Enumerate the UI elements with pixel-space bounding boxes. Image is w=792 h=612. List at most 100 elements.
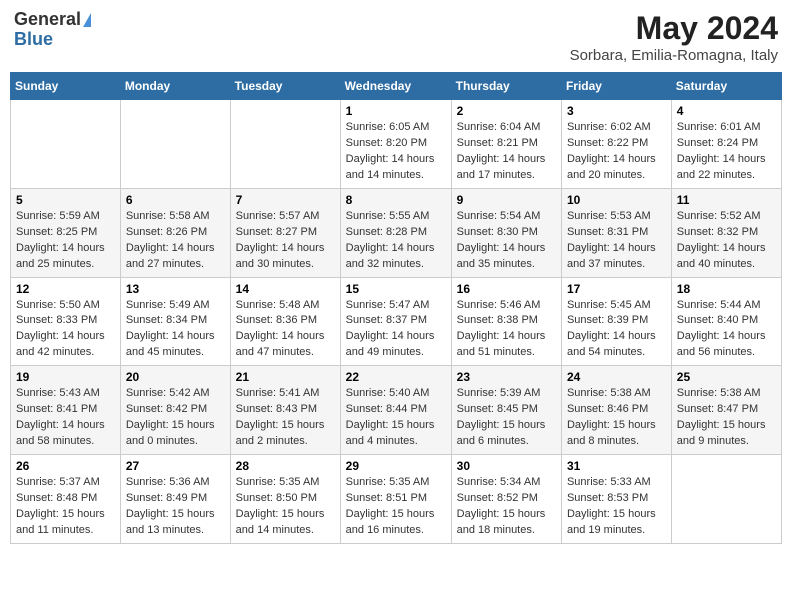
day-number: 28 xyxy=(236,459,335,473)
day-info: Sunrise: 5:35 AMSunset: 8:51 PMDaylight:… xyxy=(346,475,446,539)
day-number: 21 xyxy=(236,370,335,384)
day-number: 3 xyxy=(567,104,666,118)
day-number: 10 xyxy=(567,193,666,207)
calendar-cell: 29 Sunrise: 5:35 AMSunset: 8:51 PMDayligh… xyxy=(340,455,451,544)
weekday-header-friday: Friday xyxy=(561,73,671,100)
day-info: Sunrise: 5:35 AMSunset: 8:50 PMDaylight:… xyxy=(236,475,335,539)
day-info: Sunrise: 5:44 AMSunset: 8:40 PMDaylight:… xyxy=(677,298,776,362)
calendar-table: SundayMondayTuesdayWednesdayThursdayFrid… xyxy=(10,72,782,544)
day-info: Sunrise: 5:38 AMSunset: 8:47 PMDaylight:… xyxy=(677,386,776,450)
weekday-header-wednesday: Wednesday xyxy=(340,73,451,100)
day-number: 5 xyxy=(16,193,115,207)
calendar-cell: 19 Sunrise: 5:43 AMSunset: 8:41 PMDayligh… xyxy=(11,366,121,455)
day-number: 19 xyxy=(16,370,115,384)
calendar-cell: 31Sunrise: 5:33 AMSunset: 8:53 PMDayligh… xyxy=(561,455,671,544)
calendar-cell: 27 Sunrise: 5:36 AMSunset: 8:49 PMDayligh… xyxy=(120,455,230,544)
calendar-cell: 18 Sunrise: 5:44 AMSunset: 8:40 PMDayligh… xyxy=(671,277,781,366)
calendar-cell: 2 Sunrise: 6:04 AMSunset: 8:21 PMDaylight… xyxy=(451,100,561,189)
day-number: 1 xyxy=(346,104,446,118)
day-number: 6 xyxy=(126,193,225,207)
day-number: 27 xyxy=(126,459,225,473)
calendar-cell xyxy=(120,100,230,189)
day-number: 20 xyxy=(126,370,225,384)
calendar-cell: 23Sunrise: 5:39 AMSunset: 8:45 PMDayligh… xyxy=(451,366,561,455)
logo-blue-text: Blue xyxy=(14,30,91,50)
weekday-header-saturday: Saturday xyxy=(671,73,781,100)
day-number: 22 xyxy=(346,370,446,384)
calendar-cell: 1Sunrise: 6:05 AMSunset: 8:20 PMDaylight… xyxy=(340,100,451,189)
day-info: Sunrise: 5:59 AMSunset: 8:25 PMDaylight:… xyxy=(16,209,115,273)
calendar-cell: 7Sunrise: 5:57 AMSunset: 8:27 PMDaylight… xyxy=(230,188,340,277)
day-number: 18 xyxy=(677,282,776,296)
calendar-cell: 11 Sunrise: 5:52 AMSunset: 8:32 PMDayligh… xyxy=(671,188,781,277)
calendar-cell: 14 Sunrise: 5:48 AMSunset: 8:36 PMDayligh… xyxy=(230,277,340,366)
calendar-cell: 22 Sunrise: 5:40 AMSunset: 8:44 PMDayligh… xyxy=(340,366,451,455)
day-info: Sunrise: 5:58 AMSunset: 8:26 PMDaylight:… xyxy=(126,209,225,273)
day-info: Sunrise: 5:45 AMSunset: 8:39 PMDaylight:… xyxy=(567,298,666,362)
calendar-cell xyxy=(11,100,121,189)
calendar-cell xyxy=(230,100,340,189)
calendar-cell: 16 Sunrise: 5:46 AMSunset: 8:38 PMDayligh… xyxy=(451,277,561,366)
calendar-cell: 6 Sunrise: 5:58 AMSunset: 8:26 PMDaylight… xyxy=(120,188,230,277)
day-info: Sunrise: 5:34 AMSunset: 8:52 PMDaylight:… xyxy=(457,475,556,539)
weekday-header-sunday: Sunday xyxy=(11,73,121,100)
day-number: 11 xyxy=(677,193,776,207)
day-number: 12 xyxy=(16,282,115,296)
calendar-cell: 25Sunrise: 5:38 AMSunset: 8:47 PMDayligh… xyxy=(671,366,781,455)
day-info: Sunrise: 5:48 AMSunset: 8:36 PMDaylight:… xyxy=(236,298,335,362)
main-title: May 2024 xyxy=(570,10,778,47)
day-info: Sunrise: 5:54 AMSunset: 8:30 PMDaylight:… xyxy=(457,209,556,273)
day-info: Sunrise: 6:04 AMSunset: 8:21 PMDaylight:… xyxy=(457,120,556,184)
weekday-header-monday: Monday xyxy=(120,73,230,100)
logo-general-text: General xyxy=(14,9,81,29)
day-info: Sunrise: 5:47 AMSunset: 8:37 PMDaylight:… xyxy=(346,298,446,362)
day-number: 29 xyxy=(346,459,446,473)
day-number: 13 xyxy=(126,282,225,296)
day-info: Sunrise: 5:41 AMSunset: 8:43 PMDaylight:… xyxy=(236,386,335,450)
day-info: Sunrise: 5:57 AMSunset: 8:27 PMDaylight:… xyxy=(236,209,335,273)
calendar-cell: 20 Sunrise: 5:42 AMSunset: 8:42 PMDayligh… xyxy=(120,366,230,455)
day-info: Sunrise: 5:36 AMSunset: 8:49 PMDaylight:… xyxy=(126,475,225,539)
day-number: 2 xyxy=(457,104,556,118)
day-number: 16 xyxy=(457,282,556,296)
day-info: Sunrise: 5:40 AMSunset: 8:44 PMDaylight:… xyxy=(346,386,446,450)
calendar-cell: 24Sunrise: 5:38 AMSunset: 8:46 PMDayligh… xyxy=(561,366,671,455)
weekday-header-tuesday: Tuesday xyxy=(230,73,340,100)
day-number: 4 xyxy=(677,104,776,118)
day-number: 30 xyxy=(457,459,556,473)
day-number: 26 xyxy=(16,459,115,473)
calendar-cell: 9 Sunrise: 5:54 AMSunset: 8:30 PMDaylight… xyxy=(451,188,561,277)
calendar-cell: 13 Sunrise: 5:49 AMSunset: 8:34 PMDayligh… xyxy=(120,277,230,366)
calendar-cell: 15Sunrise: 5:47 AMSunset: 8:37 PMDayligh… xyxy=(340,277,451,366)
day-info: Sunrise: 5:46 AMSunset: 8:38 PMDaylight:… xyxy=(457,298,556,362)
title-block: May 2024 Sorbara, Emilia-Romagna, Italy xyxy=(570,10,778,64)
subtitle: Sorbara, Emilia-Romagna, Italy xyxy=(570,47,778,64)
day-info: Sunrise: 5:39 AMSunset: 8:45 PMDaylight:… xyxy=(457,386,556,450)
day-info: Sunrise: 5:55 AMSunset: 8:28 PMDaylight:… xyxy=(346,209,446,273)
day-number: 17 xyxy=(567,282,666,296)
day-info: Sunrise: 5:42 AMSunset: 8:42 PMDaylight:… xyxy=(126,386,225,450)
day-info: Sunrise: 5:52 AMSunset: 8:32 PMDaylight:… xyxy=(677,209,776,273)
day-info: Sunrise: 5:37 AMSunset: 8:48 PMDaylight:… xyxy=(16,475,115,539)
day-info: Sunrise: 5:53 AMSunset: 8:31 PMDaylight:… xyxy=(567,209,666,273)
day-info: Sunrise: 5:43 AMSunset: 8:41 PMDaylight:… xyxy=(16,386,115,450)
calendar-cell: 21 Sunrise: 5:41 AMSunset: 8:43 PMDayligh… xyxy=(230,366,340,455)
weekday-header-thursday: Thursday xyxy=(451,73,561,100)
calendar-cell: 28 Sunrise: 5:35 AMSunset: 8:50 PMDayligh… xyxy=(230,455,340,544)
calendar-cell: 26 Sunrise: 5:37 AMSunset: 8:48 PMDayligh… xyxy=(11,455,121,544)
calendar-cell: 12Sunrise: 5:50 AMSunset: 8:33 PMDayligh… xyxy=(11,277,121,366)
calendar-cell: 8Sunrise: 5:55 AMSunset: 8:28 PMDaylight… xyxy=(340,188,451,277)
calendar-cell xyxy=(671,455,781,544)
logo: General Blue xyxy=(14,10,91,50)
calendar-cell: 10 Sunrise: 5:53 AMSunset: 8:31 PMDayligh… xyxy=(561,188,671,277)
day-number: 14 xyxy=(236,282,335,296)
day-info: Sunrise: 5:49 AMSunset: 8:34 PMDaylight:… xyxy=(126,298,225,362)
logo-icon xyxy=(83,13,91,27)
day-info: Sunrise: 6:02 AMSunset: 8:22 PMDaylight:… xyxy=(567,120,666,184)
calendar-cell: 3 Sunrise: 6:02 AMSunset: 8:22 PMDaylight… xyxy=(561,100,671,189)
page-header: General Blue May 2024 Sorbara, Emilia-Ro… xyxy=(10,10,782,64)
day-number: 9 xyxy=(457,193,556,207)
calendar-cell: 30 Sunrise: 5:34 AMSunset: 8:52 PMDayligh… xyxy=(451,455,561,544)
day-info: Sunrise: 5:38 AMSunset: 8:46 PMDaylight:… xyxy=(567,386,666,450)
calendar-cell: 17 Sunrise: 5:45 AMSunset: 8:39 PMDayligh… xyxy=(561,277,671,366)
